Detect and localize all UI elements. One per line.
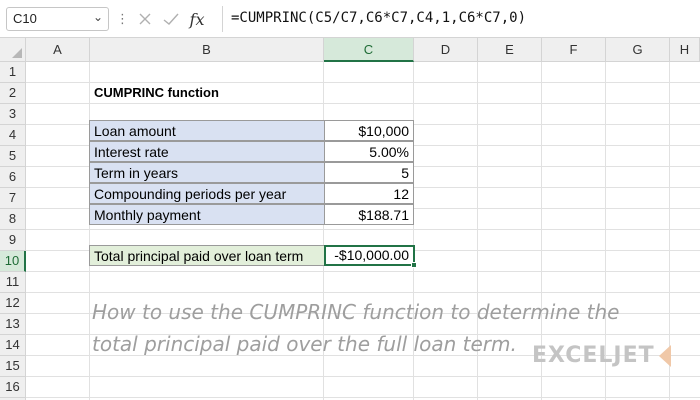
- input-label-interest-rate[interactable]: Interest rate: [89, 141, 325, 162]
- brand-text: EXCELJET: [532, 343, 655, 368]
- input-label-periods[interactable]: Compounding periods per year: [89, 183, 325, 204]
- chevron-down-icon[interactable]: ⌄: [93, 10, 103, 24]
- row-header-2[interactable]: 2: [0, 83, 26, 104]
- column-header-g[interactable]: G: [606, 38, 670, 62]
- gridline: [26, 229, 700, 230]
- total-value-active-cell[interactable]: -$10,000.00: [324, 245, 415, 266]
- row-header-11[interactable]: 11: [0, 272, 26, 293]
- row-header-8[interactable]: 8: [0, 209, 26, 230]
- row-header-5[interactable]: 5: [0, 146, 26, 167]
- input-label-monthly-payment[interactable]: Monthly payment: [89, 204, 325, 225]
- column-header-b[interactable]: B: [90, 38, 324, 62]
- gridline: [26, 271, 700, 272]
- input-value-loan-amount[interactable]: $10,000: [324, 120, 414, 141]
- formula-bar: C10 ⌄ ⋮ fx =CUMPRINC(C5/C7,C6*C7,C4,1,C6…: [0, 0, 700, 38]
- insert-function-icon[interactable]: fx: [184, 6, 210, 32]
- gridline: [26, 292, 700, 293]
- row-header-15[interactable]: 15: [0, 356, 26, 377]
- row-header-4[interactable]: 4: [0, 125, 26, 146]
- input-value-interest-rate[interactable]: 5.00%: [324, 141, 414, 162]
- check-icon[interactable]: [160, 6, 182, 32]
- input-value-monthly-payment[interactable]: $188.71: [324, 204, 414, 225]
- select-all-button[interactable]: [0, 38, 26, 62]
- column-header-e[interactable]: E: [478, 38, 542, 62]
- formula-text: =CUMPRINC(C5/C7,C6*C7,C4,1,C6*C7,0): [231, 10, 527, 26]
- close-icon[interactable]: [134, 6, 156, 32]
- column-header-d[interactable]: D: [414, 38, 478, 62]
- formula-input[interactable]: =CUMPRINC(C5/C7,C6*C7,C4,1,C6*C7,0): [222, 6, 698, 32]
- row-header-9[interactable]: 9: [0, 230, 26, 251]
- brand-mark-icon: [658, 344, 671, 367]
- total-label[interactable]: Total principal paid over loan term: [89, 245, 325, 266]
- gridline: [26, 376, 700, 377]
- formula-actions: fx: [132, 6, 220, 32]
- name-box[interactable]: C10 ⌄: [6, 7, 109, 31]
- row-header-16[interactable]: 16: [0, 377, 26, 398]
- input-value-term[interactable]: 5: [324, 162, 414, 183]
- column-header-c[interactable]: C: [324, 38, 414, 62]
- select-all-triangle-icon: [12, 48, 22, 58]
- row-header-12[interactable]: 12: [0, 293, 26, 314]
- row-header-14[interactable]: 14: [0, 335, 26, 356]
- column-header-f[interactable]: F: [542, 38, 606, 62]
- row-header-3[interactable]: 3: [0, 104, 26, 125]
- gridline: [89, 62, 90, 400]
- fill-handle[interactable]: [411, 262, 417, 268]
- row-header-13[interactable]: 13: [0, 314, 26, 335]
- input-label-loan-amount[interactable]: Loan amount: [89, 120, 325, 141]
- row-header-10[interactable]: 10: [0, 251, 26, 272]
- row-header-6[interactable]: 6: [0, 167, 26, 188]
- name-box-value: C10: [13, 11, 37, 26]
- column-header-a[interactable]: A: [26, 38, 90, 62]
- sheet-title[interactable]: CUMPRINC function: [90, 83, 324, 104]
- vertical-dots-icon: ⋮: [116, 11, 129, 26]
- input-value-periods[interactable]: 12: [324, 183, 414, 204]
- exceljet-logo: EXCELJET: [532, 343, 671, 368]
- gridline: [26, 397, 700, 398]
- row-header-7[interactable]: 7: [0, 188, 26, 209]
- row-header-1[interactable]: 1: [0, 62, 26, 83]
- column-header-h[interactable]: H: [670, 38, 700, 62]
- input-label-term[interactable]: Term in years: [89, 162, 325, 183]
